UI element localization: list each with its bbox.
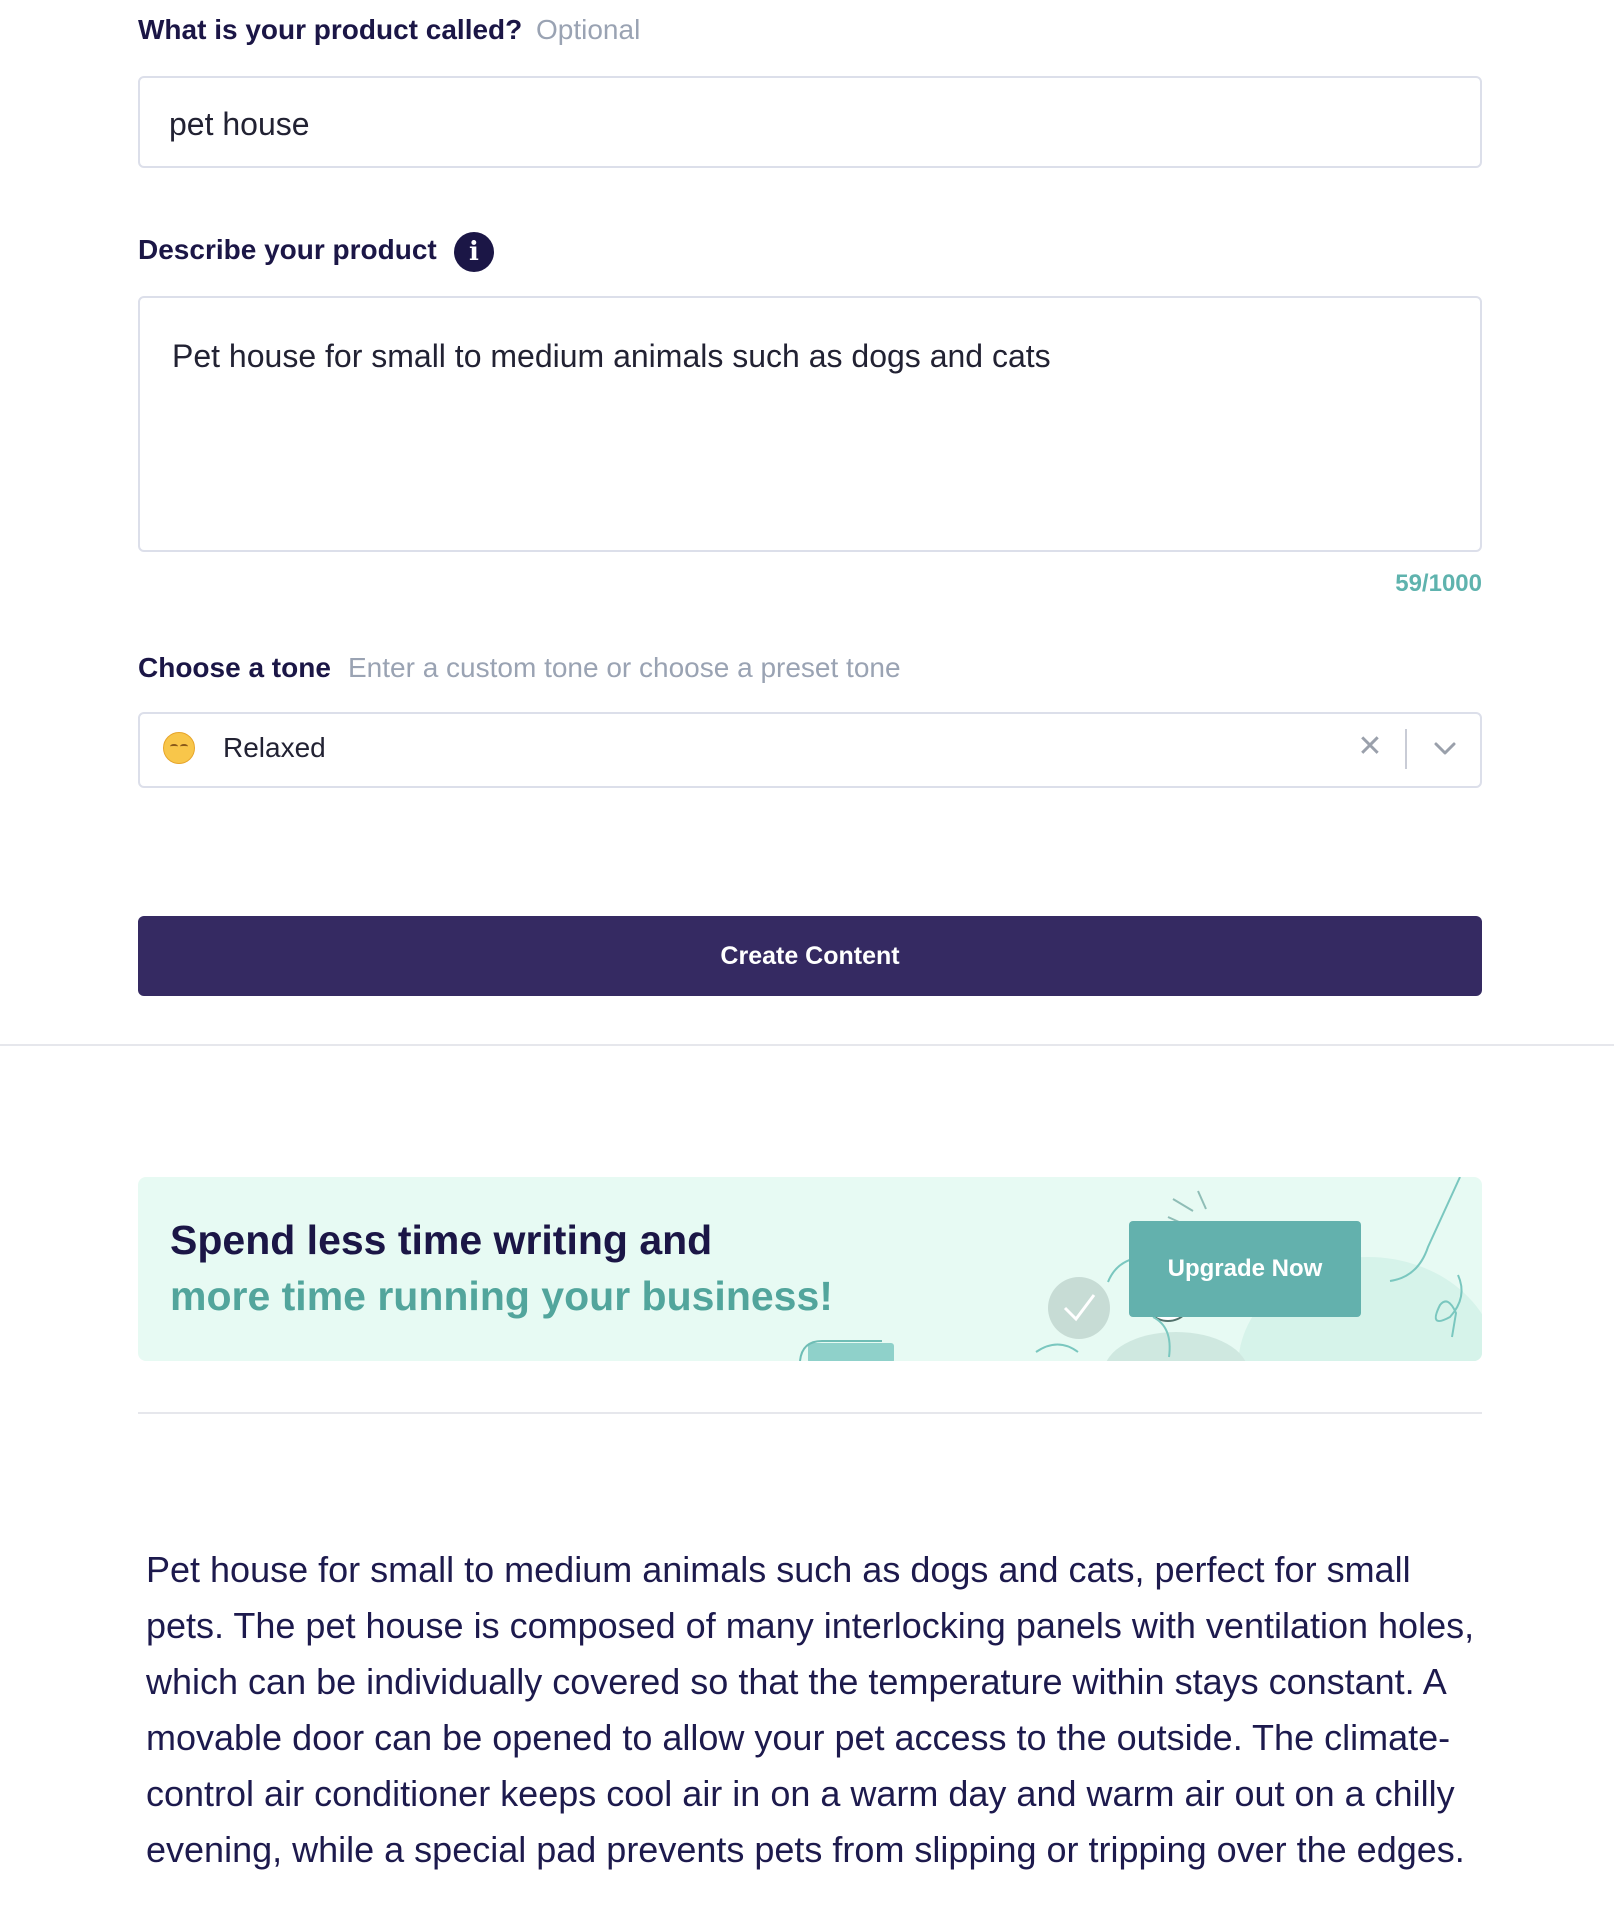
tone-hint: Enter a custom tone or choose a preset t… (348, 652, 901, 683)
upgrade-banner: Spend less time writing and more time ru… (138, 1177, 1482, 1361)
description-label: Describe your product (138, 234, 437, 265)
tone-label: Choose a tone (138, 652, 331, 683)
select-separator (1405, 729, 1407, 769)
page: What is your product called? Optional pe… (0, 0, 1614, 1908)
character-counter: 59/1000 (1395, 570, 1482, 597)
product-name-value: pet house (169, 106, 310, 142)
description-value: Pet house for small to medium animals su… (172, 338, 1051, 374)
relieved-face-icon (163, 732, 195, 764)
tone-selected-value: Relaxed (223, 732, 326, 763)
banner-subheadline: more time running your business! (170, 1273, 833, 1319)
close-icon[interactable]: ✕ (1356, 732, 1384, 762)
chevron-down-icon[interactable] (1431, 734, 1459, 762)
banner-headline: Spend less time writing and (170, 1217, 713, 1263)
tone-select[interactable] (138, 712, 1482, 788)
generated-content: Pet house for small to medium animals su… (146, 1549, 1475, 1870)
optional-tag: Optional (536, 14, 641, 45)
product-name-input[interactable]: pet house (138, 76, 1482, 168)
check-circle-icon (1048, 1277, 1110, 1339)
info-icon[interactable]: i (454, 232, 494, 272)
content-divider (138, 1412, 1482, 1414)
product-name-label: What is your product called? (138, 14, 523, 45)
create-content-button[interactable]: Create Content (138, 916, 1482, 996)
upgrade-now-button[interactable]: Upgrade Now (1129, 1221, 1361, 1317)
description-textarea[interactable]: Pet house for small to medium animals su… (138, 296, 1482, 552)
section-divider (0, 1044, 1614, 1046)
